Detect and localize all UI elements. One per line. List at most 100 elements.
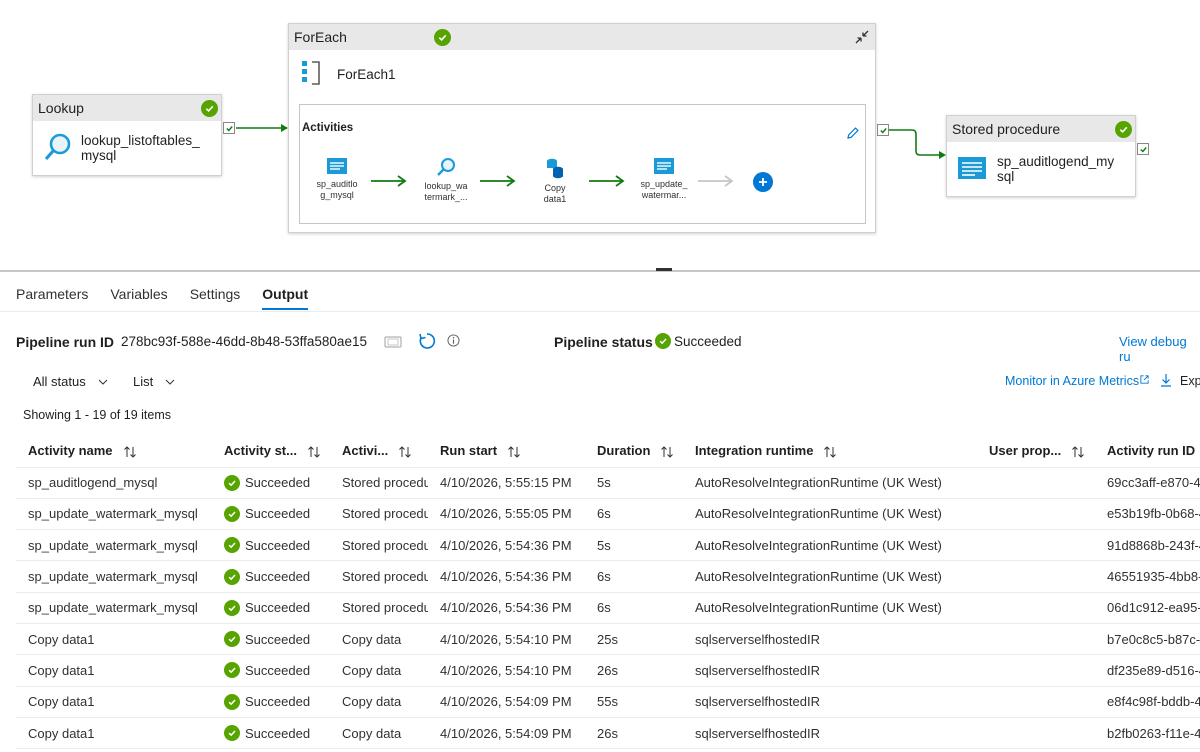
activity-type-cell: Stored procedu [330,592,428,624]
table-row[interactable]: Copy data1 Succeeded Copy data 4/10/2026, 5… [16,717,1200,750]
stored-procedure-activity-header: Stored procedure [947,116,1135,142]
success-output-port[interactable] [1137,143,1149,155]
monitor-azure-metrics-link[interactable]: Monitor in Azure Metrics [1005,374,1139,388]
external-link-icon[interactable] [1139,373,1150,388]
table-row[interactable]: sp_update_watermark_mysql Succeeded Stored… [16,560,1200,593]
duration-cell: 6s [585,498,683,531]
lookup-activity[interactable]: Lookup lookup_listoftables_ mysql [32,94,222,176]
status-cell: Succeeded [212,623,330,656]
table-row[interactable]: sp_update_watermark_mysql Succeeded Stored… [16,498,1200,531]
activity-runs-table: Activity name Activity st... Activi... R… [16,435,1200,750]
table-row[interactable]: sp_update_watermark_mysql Succeeded Stored… [16,592,1200,624]
success-check-icon [434,29,451,46]
tab-parameters[interactable]: Parameters [16,282,88,310]
table-row[interactable]: Copy data1 Succeeded Copy data 4/10/2026, 5… [16,686,1200,718]
table-body: sp_auditlogend_mysql Succeeded Stored proc… [16,467,1200,750]
run-start-cell: 4/10/2026, 5:54:10 PM [428,623,585,656]
integration-runtime-cell: sqlserverselfhostedIR [683,686,977,718]
success-check-icon [224,599,240,616]
add-activity-icon[interactable] [753,172,773,192]
activity-name: ForEach1 [337,66,396,82]
user-properties-cell [977,623,1095,656]
collapse-icon[interactable] [854,29,870,48]
tab-settings[interactable]: Settings [190,282,241,310]
column-header[interactable]: Integration runtime [683,435,977,468]
column-header[interactable]: Activity st... [212,435,330,468]
lookup-activity-header: Lookup [33,95,221,121]
activity-name-cell: sp_update_watermark_mysql [16,498,212,531]
export-label[interactable]: Exp [1180,374,1200,388]
duration-cell: 26s [585,654,683,687]
stored-procedure-activity[interactable]: Stored procedure sp_auditlogend_my sql [946,115,1136,197]
duration-cell: 5s [585,529,683,562]
integration-runtime-cell: sqlserverselfhostedIR [683,717,977,750]
activity-run-id-cell: 06d1c912-ea95-4 [1095,592,1200,624]
success-output-port[interactable] [223,122,235,134]
sort-icon[interactable] [660,445,674,459]
status-filter-dropdown[interactable]: All status [33,374,108,389]
activity-name-cell: Copy data1 [16,686,212,718]
refresh-icon[interactable] [418,332,436,353]
status-text: Succeeded [245,537,311,553]
duration-cell: 6s [585,560,683,593]
success-check-icon [224,725,240,742]
tabs-divider [0,311,1200,312]
run-start-cell: 4/10/2026, 5:54:09 PM [428,717,585,750]
activity-run-id-cell: df235e89-d516-4 [1095,654,1200,687]
foreach-activity[interactable]: ForEach ForEach1 Activities sp_auditlo g… [288,23,876,233]
info-icon[interactable] [447,334,460,350]
activity-run-id-cell: e53b19fb-0b68-4 [1095,498,1200,531]
export-icon[interactable] [1160,373,1172,390]
status-text: Succeeded [245,694,311,710]
activity-type-cell: Stored procedu [330,529,428,562]
activity-name-cell: Copy data1 [16,623,212,656]
sort-icon[interactable] [823,445,837,459]
status-text: Succeeded [245,506,311,522]
sort-icon[interactable] [507,445,521,459]
view-debug-run-link[interactable]: View debug ru [1119,334,1200,364]
sort-icon[interactable] [1071,445,1085,459]
column-header[interactable]: Activi... [330,435,428,468]
sort-icon[interactable] [398,445,412,459]
foreach-activities-panel[interactable]: Activities sp_auditlo g_mysql lookup_wa … [299,104,866,224]
activity-name-cell: Copy data1 [16,654,212,687]
table-row[interactable]: sp_auditlogend_mysql Succeeded Stored proc… [16,467,1200,499]
items-count: Showing 1 - 19 of 19 items [23,408,171,422]
integration-runtime-cell: AutoResolveIntegrationRuntime (UK West) [683,467,977,499]
success-check-icon [201,100,218,117]
run-start-cell: 4/10/2026, 5:54:36 PM [428,560,585,593]
success-check-icon [224,631,240,648]
activity-type-label: Lookup [38,100,84,116]
table-row[interactable]: sp_update_watermark_mysql Succeeded Stored… [16,529,1200,562]
integration-runtime-cell: AutoResolveIntegrationRuntime (UK West) [683,592,977,624]
activity-type-cell: Copy data [330,717,428,750]
column-header[interactable]: Activity name [16,435,212,468]
sort-icon[interactable] [307,445,321,459]
integration-runtime-cell: AutoResolveIntegrationRuntime (UK West) [683,498,977,531]
panel-resize-handle[interactable] [656,268,672,271]
table-row[interactable]: Copy data1 Succeeded Copy data 4/10/2026, 5… [16,623,1200,656]
status-text: Succeeded [245,600,311,616]
sort-icon[interactable] [123,445,137,459]
run-start-cell: 4/10/2026, 5:54:09 PM [428,686,585,718]
duration-cell: 6s [585,592,683,624]
column-header[interactable]: Activity run ID [1095,435,1200,468]
tab-variables[interactable]: Variables [110,282,167,310]
foreach-icon [302,61,320,85]
integration-runtime-cell: AutoResolveIntegrationRuntime (UK West) [683,529,977,562]
column-header[interactable]: User prop... [977,435,1095,468]
success-check-icon [1115,121,1132,138]
success-check-icon [224,568,240,585]
duration-cell: 55s [585,686,683,718]
view-mode-dropdown[interactable]: List [133,374,175,389]
activity-run-id-cell: 69cc3aff-e870-4 [1095,467,1200,499]
column-header[interactable]: Run start [428,435,585,468]
pipeline-canvas[interactable]: Lookup lookup_listoftables_ mysql ForEac… [0,0,1200,271]
success-output-port[interactable] [877,124,889,136]
column-header[interactable]: Duration [585,435,683,468]
copy-icon[interactable] [384,334,402,351]
properties-tabs: Parameters Variables Settings Output [0,282,314,312]
run-start-cell: 4/10/2026, 5:54:10 PM [428,654,585,687]
tab-output[interactable]: Output [262,282,309,310]
table-row[interactable]: Copy data1 Succeeded Copy data 4/10/2026, 5… [16,654,1200,687]
